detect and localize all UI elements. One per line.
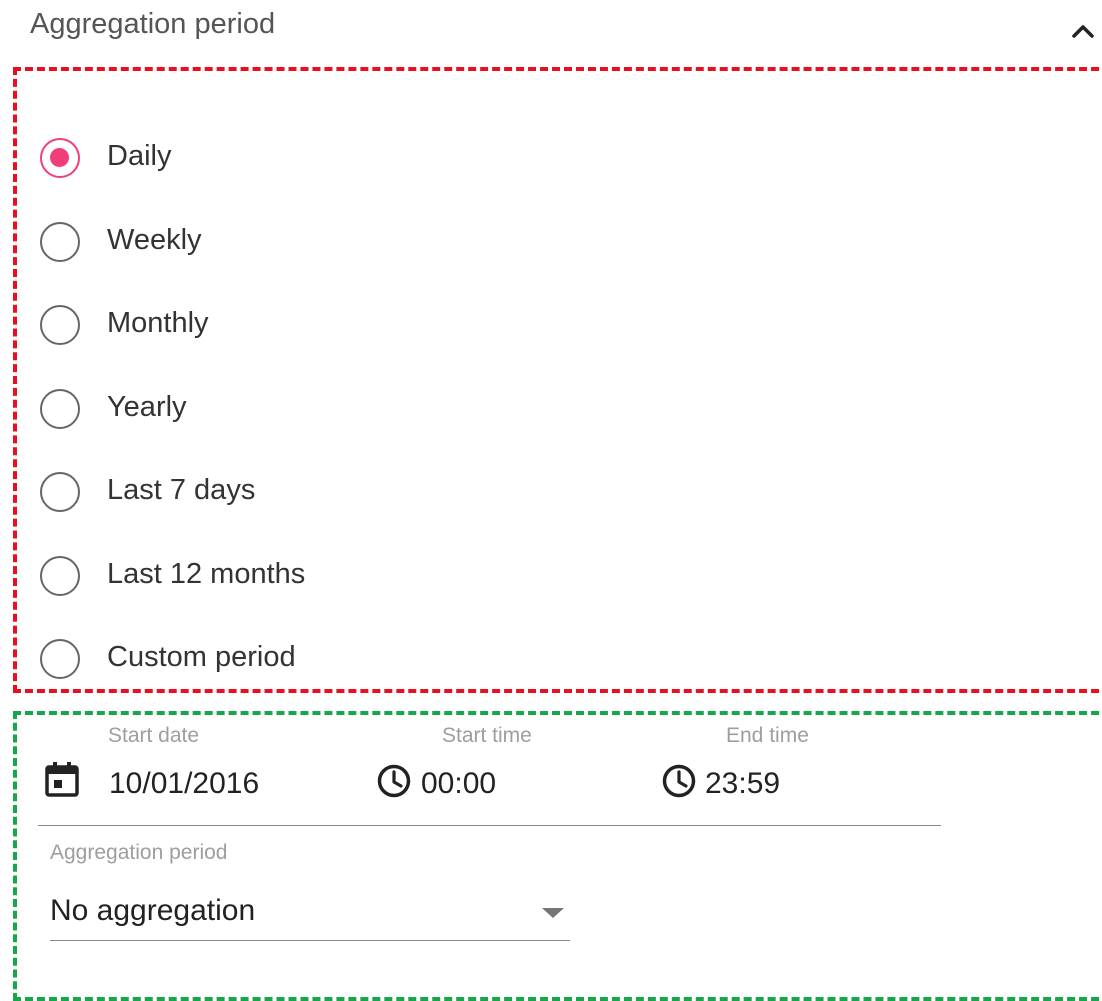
radio-label: Last 12 months <box>107 558 306 590</box>
aggregation-period-header[interactable]: Aggregation period <box>30 0 1102 60</box>
radio-label: Daily <box>107 140 172 172</box>
clock-icon[interactable] <box>377 764 411 798</box>
calendar-icon[interactable] <box>45 761 79 797</box>
radio-option-monthly[interactable]: Monthly <box>40 305 640 365</box>
radio-dot <box>50 148 69 167</box>
aggregation-select[interactable]: No aggregation <box>50 886 570 936</box>
clock-icon[interactable] <box>662 764 696 798</box>
radio-label: Monthly <box>107 307 209 339</box>
radio-option-weekly[interactable]: Weekly <box>40 222 640 282</box>
aggregation-select-underline <box>50 940 570 941</box>
radio-label: Custom period <box>107 641 296 673</box>
end-time-label: End time <box>726 724 809 747</box>
radio-option-last-12-months[interactable]: Last 12 months <box>40 556 640 616</box>
radio-button[interactable] <box>40 556 80 596</box>
start-time-label: Start time <box>442 724 532 747</box>
radio-button[interactable] <box>40 222 80 262</box>
radio-button[interactable] <box>40 639 80 679</box>
radio-option-last-7-days[interactable]: Last 7 days <box>40 472 640 532</box>
dropdown-arrow-icon[interactable] <box>542 908 564 918</box>
section-title: Aggregation period <box>30 8 276 40</box>
start-date-label: Start date <box>108 724 200 747</box>
radio-option-daily[interactable]: Daily <box>40 138 640 198</box>
radio-button[interactable] <box>40 389 80 429</box>
radio-button[interactable] <box>40 472 80 512</box>
aggregation-select-label: Aggregation period <box>50 841 228 864</box>
start-time-value[interactable]: 00:00 <box>421 767 496 801</box>
start-date-value[interactable]: 10/01/2016 <box>109 767 259 801</box>
date-time-underline <box>38 825 941 826</box>
radio-label: Last 7 days <box>107 474 256 506</box>
chevron-up-icon[interactable] <box>1070 18 1096 44</box>
radio-option-yearly[interactable]: Yearly <box>40 389 640 449</box>
radio-button[interactable] <box>40 305 80 345</box>
aggregation-select-value: No aggregation <box>50 894 256 927</box>
radio-button-checked[interactable] <box>40 138 80 178</box>
end-time-value[interactable]: 23:59 <box>705 767 780 801</box>
radio-label: Weekly <box>107 224 202 256</box>
radio-option-custom-period[interactable]: Custom period <box>40 639 640 699</box>
radio-label: Yearly <box>107 391 187 423</box>
